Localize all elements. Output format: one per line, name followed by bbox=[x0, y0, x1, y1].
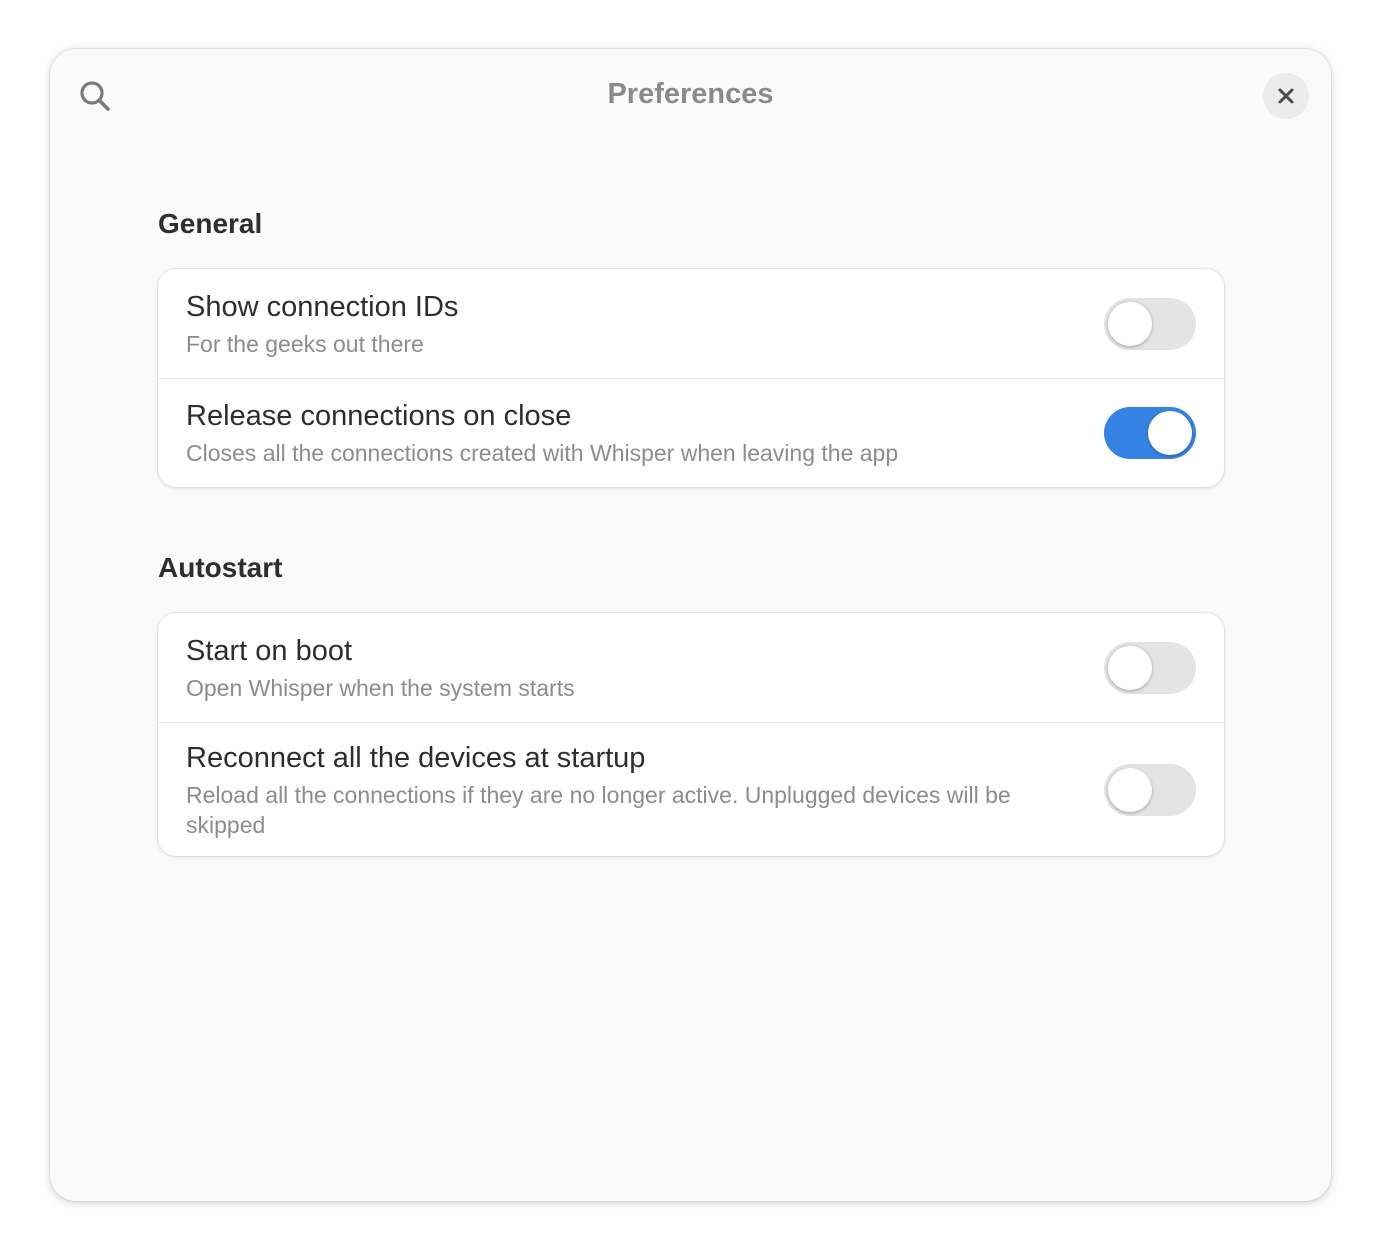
row-show-connection-ids[interactable]: Show connection IDs For the geeks out th… bbox=[158, 269, 1224, 378]
group-title-general: General bbox=[158, 208, 263, 239]
row-subtitle: Open Whisper when the system starts bbox=[186, 674, 575, 701]
row-title: Reconnect all the devices at startup bbox=[186, 741, 646, 774]
group-general: General Show connection IDs For the geek… bbox=[158, 199, 1224, 487]
switch-knob bbox=[1108, 301, 1152, 346]
switch-knob bbox=[1108, 645, 1152, 690]
reconnect-devices-switch[interactable] bbox=[1104, 763, 1196, 816]
row-subtitle: Reload all the connections if they are n… bbox=[186, 781, 1011, 838]
preferences-content: General Show connection IDs For the geek… bbox=[158, 199, 1224, 856]
row-release-connections-on-close[interactable]: Release connections on close Closes all … bbox=[158, 378, 1224, 487]
row-title: Release connections on close bbox=[186, 400, 572, 432]
row-subtitle: Closes all the connections created with … bbox=[186, 440, 899, 466]
preferences-card-general: Show connection IDs For the geeks out th… bbox=[158, 269, 1224, 487]
release-connections-switch[interactable] bbox=[1104, 407, 1196, 459]
switch-knob bbox=[1148, 411, 1192, 455]
group-autostart: Autostart Start on boot Open Whisper whe… bbox=[158, 543, 1224, 856]
group-title-autostart: Autostart bbox=[158, 552, 283, 583]
close-icon bbox=[1278, 88, 1294, 104]
switch-knob bbox=[1108, 767, 1152, 812]
show-connection-ids-switch[interactable] bbox=[1104, 297, 1196, 350]
close-button[interactable] bbox=[1263, 73, 1309, 119]
headerbar: Preferences bbox=[50, 49, 1331, 143]
row-start-on-boot[interactable]: Start on boot Open Whisper when the syst… bbox=[158, 613, 1224, 722]
row-reconnect-devices-at-startup[interactable]: Reconnect all the devices at startup Rel… bbox=[158, 722, 1224, 856]
row-title: Show connection IDs bbox=[186, 290, 459, 323]
start-on-boot-switch[interactable] bbox=[1104, 641, 1196, 694]
preferences-card-autostart: Start on boot Open Whisper when the syst… bbox=[158, 613, 1224, 856]
row-subtitle: For the geeks out there bbox=[186, 330, 424, 357]
window-title: Preferences bbox=[607, 78, 774, 110]
preferences-window: Preferences General Show connection IDs … bbox=[50, 49, 1331, 1201]
row-title: Start on boot bbox=[186, 634, 353, 667]
